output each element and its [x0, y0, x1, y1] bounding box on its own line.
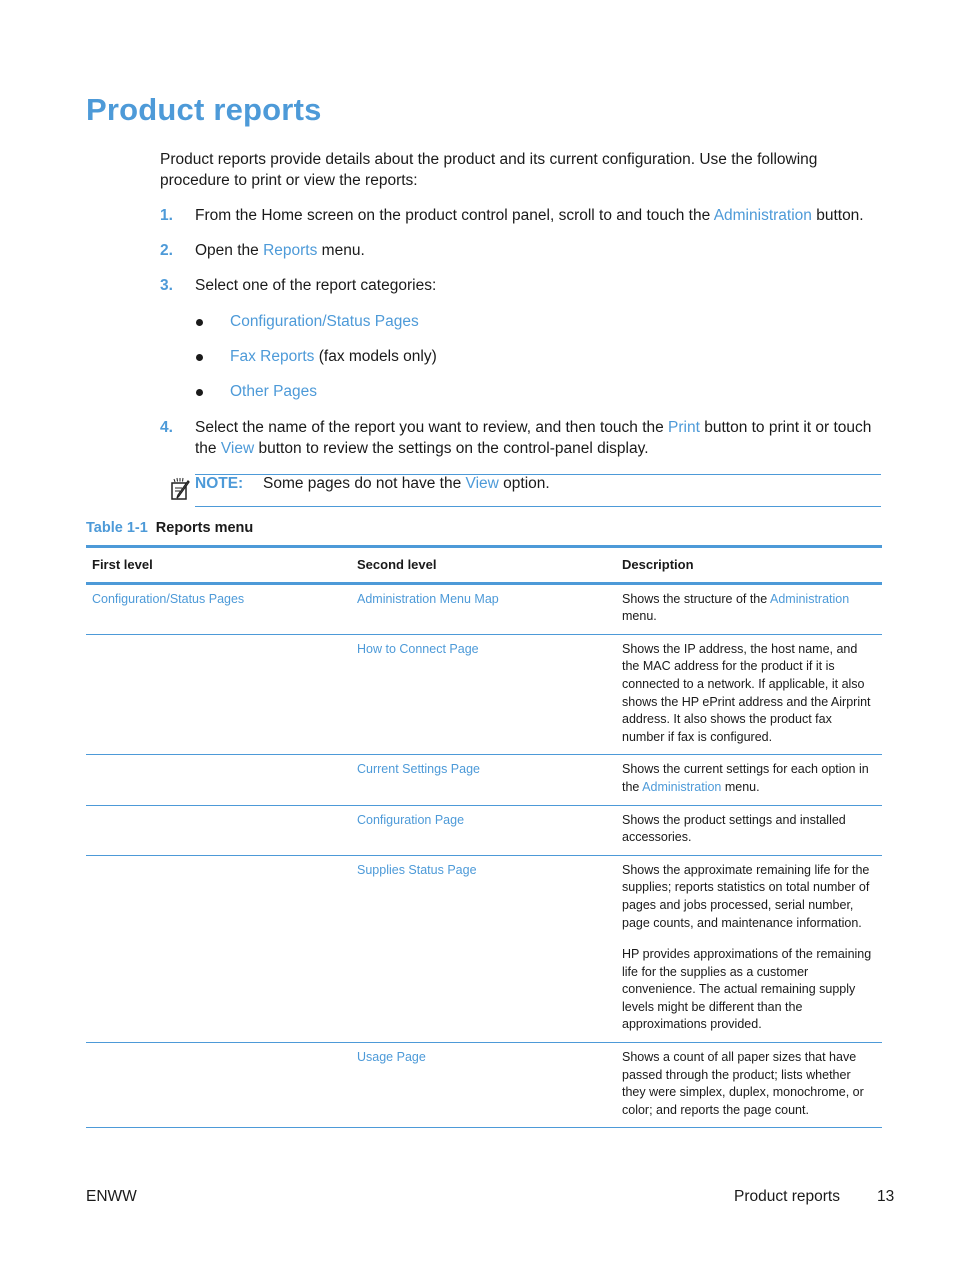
description: Shows the product settings and installed… — [622, 812, 846, 845]
table-row: Current Settings Page Shows the current … — [86, 754, 882, 806]
description: Shows the structure of the Administratio… — [622, 591, 850, 624]
print-link[interactable]: Print — [668, 419, 700, 436]
note-divider — [195, 506, 881, 507]
first-level-link[interactable]: Configuration/Status Pages — [92, 592, 244, 606]
administration-link[interactable]: Administration — [714, 207, 812, 224]
footer-section: Product reports — [734, 1188, 840, 1205]
reports-menu-table: First level Second level Description Con… — [86, 545, 882, 1129]
second-level-link[interactable]: Configuration Page — [357, 813, 464, 827]
second-level-link[interactable]: How to Connect Page — [357, 642, 479, 656]
note-text: Some pages do not have the View option. — [263, 475, 550, 492]
step-number: 3. — [160, 277, 173, 294]
step-text: Select the name of the report you want t… — [195, 419, 872, 457]
table-row: Usage Page Shows a count of all paper si… — [86, 1042, 882, 1129]
table-number: Table 1-1 — [86, 520, 148, 536]
footer-left: ENWW — [86, 1188, 137, 1205]
second-level-link[interactable]: Usage Page — [357, 1050, 426, 1064]
description: Shows a count of all paper sizes that ha… — [622, 1050, 864, 1117]
column-header: First level — [86, 545, 351, 585]
fax-reports-link[interactable]: Fax Reports — [230, 348, 314, 365]
step-text: Select one of the report categories: — [195, 277, 437, 294]
view-link[interactable]: View — [221, 440, 254, 457]
description: Shows the current settings for each opti… — [622, 762, 869, 794]
table-header-row: First level Second level Description — [86, 545, 882, 585]
note-pencil-icon — [171, 477, 190, 500]
page-title: Product reports — [86, 92, 322, 127]
step-number: 2. — [160, 242, 173, 259]
bullet-icon — [196, 389, 203, 396]
column-header: Second level — [351, 545, 616, 585]
second-level-link[interactable]: Current Settings Page — [357, 762, 480, 776]
column-header: Description — [616, 545, 882, 585]
table-row: Supplies Status Page Shows the approxima… — [86, 855, 882, 1044]
reports-link[interactable]: Reports — [263, 242, 317, 259]
table-row: Configuration Page Shows the product set… — [86, 805, 882, 856]
other-pages-link[interactable]: Other Pages — [230, 383, 317, 400]
view-link[interactable]: View — [466, 475, 499, 492]
configuration-status-pages-link[interactable]: Configuration/Status Pages — [230, 313, 419, 330]
table-row: How to Connect Page Shows the IP address… — [86, 634, 882, 756]
description: Shows the approximate remaining life for… — [622, 862, 870, 930]
page-number: 13 — [877, 1188, 895, 1205]
step-text: From the Home screen on the product cont… — [195, 207, 864, 224]
note-label: NOTE: — [195, 475, 244, 492]
intro-paragraph: Product reports provide details about th… — [160, 151, 818, 189]
table-row: Configuration/Status Pages Administratio… — [86, 583, 882, 635]
note-box: NOTE: Some pages do not have the View op… — [170, 474, 881, 507]
description: HP provides approximations of the remain… — [622, 947, 872, 1032]
step-number: 1. — [160, 207, 173, 224]
step-number: 4. — [160, 419, 173, 436]
second-level-link[interactable]: Administration Menu Map — [357, 592, 499, 606]
bullet-icon — [196, 354, 203, 361]
administration-link[interactable]: Administration — [642, 780, 721, 794]
second-level-link[interactable]: Supplies Status Page — [357, 863, 477, 877]
bullet-icon — [196, 319, 203, 326]
step-text: Open the Reports menu. — [195, 242, 365, 259]
administration-link[interactable]: Administration — [770, 592, 849, 606]
table-caption: Table 1-1 Reports menu — [86, 520, 253, 536]
description: Shows the IP address, the host name, and… — [622, 641, 871, 744]
table-title: Reports menu — [155, 520, 254, 536]
